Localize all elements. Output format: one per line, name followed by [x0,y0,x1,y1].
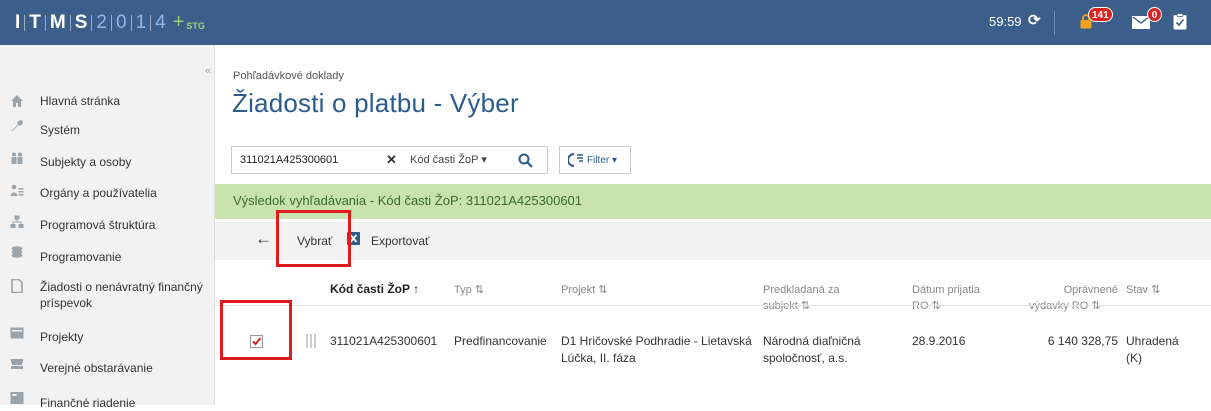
column-header-type[interactable]: Typ ⇅ [454,283,484,298]
search-result-banner: Výsledok vyhľadávania - Kód časti ŽoP: 3… [215,184,1211,219]
sidebar: « Hlavná stránka Systém Subjekty a osoby… [0,45,215,410]
logo-plus: + [172,11,185,33]
sidebar-item-label: Projekty [40,330,84,344]
collapse-sidebar-icon[interactable]: « [205,65,211,77]
filter-button[interactable]: Filter ▾ [559,146,631,174]
folder-icon [10,327,24,339]
back-arrow-icon[interactable]: ← [255,229,272,249]
cart-icon [10,359,24,369]
column-header-eligible-line2[interactable]: výdavky RO ⇅ [1029,299,1101,314]
column-header-submitter-line2[interactable]: subjekt ⇅ [763,299,810,314]
sidebar-item-label: Subjekty a osoby [40,155,132,169]
sidebar-item-label: Žiadosti o nenávratný finančný príspevok [40,280,203,310]
logo-letter: T [29,11,41,33]
drag-handle-icon[interactable] [306,334,316,348]
people-icon [11,152,23,164]
cell-project-line2: Lúčka, II. fáza [561,351,636,365]
logo-letter: M [49,11,66,33]
logo-digit: 1 [135,11,147,33]
refresh-session-icon[interactable]: ⟳ [1028,11,1041,29]
lock-count-badge: 141 [1088,7,1113,22]
logo-digit: 4 [155,11,166,33]
structure-icon [10,215,24,228]
sidebar-item-label: Orgány a používatelia [40,186,157,200]
column-header-received[interactable]: Dátum prijatia [912,283,980,298]
action-toolbar: ← Vybrať Exportovať [215,222,1211,260]
export-button[interactable]: Exportovať [371,234,430,248]
divider [1054,11,1055,35]
column-header-code[interactable]: Kód časti ŽoP ↑ [330,282,419,297]
cell-status-line2: (K) [1126,351,1142,365]
finance-icon [10,392,24,404]
cell-eligible-amount: 6 140 328,75 [1047,334,1118,348]
logo-letter: S [74,11,88,33]
column-header-status[interactable]: Stav ⇅ [1126,283,1160,298]
sidebar-item-label: Systém [40,123,81,137]
app-logo[interactable]: I T M S 2 0 1 4 + STG [0,0,205,45]
sidebar-item-label: Verejné obstarávanie [40,361,153,375]
coins-icon [11,246,23,258]
cell-submitter: Národná diaľničná [763,334,861,348]
highlight-select-button [276,210,351,267]
column-header-eligible[interactable]: Oprávnené [1064,283,1118,298]
environment-label: STG [186,20,205,31]
breadcrumb[interactable]: Pohľadávkové doklady [233,70,344,82]
cell-type: Predfinancovanie [454,334,547,348]
column-header-submitter[interactable]: Predkladaná za [763,283,839,298]
cell-received-date: 28.9.2016 [912,334,966,348]
mail-count-badge: 0 [1147,7,1162,22]
sidebar-item-label: Hlavná stránka [40,94,121,108]
clipboard-check-icon[interactable] [1173,13,1187,30]
table-divider [215,305,1211,306]
clear-search-icon[interactable]: ✕ [386,152,397,168]
logo-digit: 0 [115,11,127,33]
sidebar-item-label: Programovanie [40,250,122,264]
logo-digit: 2 [96,11,107,33]
home-icon [11,95,23,107]
highlight-row-checkbox [220,300,292,360]
cell-project: D1 Hričovské Podhradie - Lietavská [561,334,752,348]
column-header-received-line2[interactable]: RO ⇅ [912,299,941,314]
sidebar-item-label: Finančné riadenie [40,396,136,410]
search-field-select[interactable]: Kód časti ŽoP ▾ [410,153,487,166]
sidebar-item-label: Programová štruktúra [40,218,156,232]
user-list-icon [10,184,24,196]
cell-status: Uhradená [1126,334,1179,348]
search-input[interactable]: 311021A425300601 ✕ Kód časti ŽoP ▾ [231,146,504,174]
column-header-project[interactable]: Projekt ⇅ [561,283,608,298]
page-title: Žiadosti o platbu - Výber [232,88,519,118]
search-value: 311021A425300601 [240,154,339,166]
cell-code: 311021A425300601 [330,334,438,348]
search-icon [518,153,533,168]
search-button[interactable] [503,146,548,174]
logo-letter: I [15,11,21,33]
filter-icon [568,153,583,167]
session-timer: 59:59 [989,14,1022,29]
filter-label: Filter ▾ [587,155,618,166]
document-icon [11,279,23,293]
search-result-text: Výsledok vyhľadávania - Kód časti ŽoP: 3… [233,193,583,208]
cell-submitter-line2: spoločnosť, a.s. [763,351,848,365]
wrench-icon [11,120,23,132]
